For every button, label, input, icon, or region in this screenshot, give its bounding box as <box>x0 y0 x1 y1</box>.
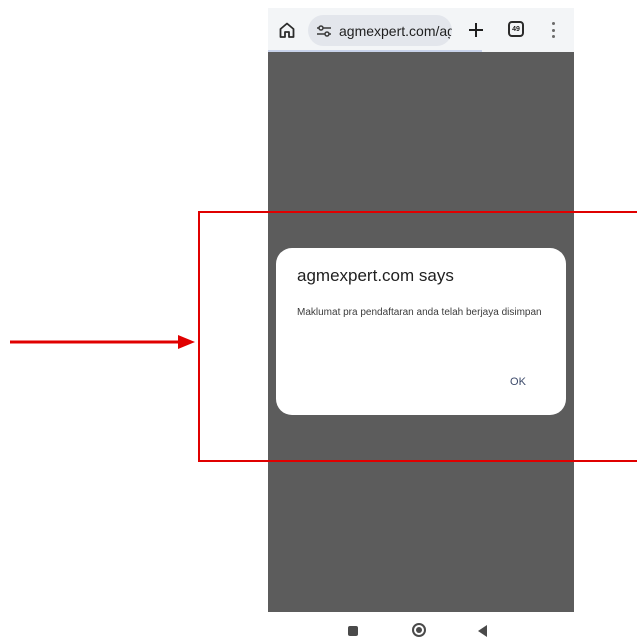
system-navigation-bar <box>268 612 574 637</box>
url-text[interactable]: agmexpert.com/agi <box>339 23 452 39</box>
home-icon[interactable] <box>276 19 298 41</box>
tab-switcher-icon[interactable]: 49 <box>508 21 524 37</box>
browser-toolbar: agmexpert.com/agi 49 <box>268 8 574 52</box>
annotation-arrow-icon <box>10 335 195 349</box>
screenshot-canvas: agmexpert.com/agi 49 agmexpert.com says … <box>0 0 637 637</box>
address-bar[interactable]: agmexpert.com/agi <box>308 15 452 46</box>
annotation-highlight-box <box>198 211 637 462</box>
more-vert-icon[interactable] <box>548 20 558 40</box>
back-icon[interactable] <box>478 625 487 637</box>
tab-count: 49 <box>512 25 520 33</box>
recents-icon[interactable] <box>348 626 358 636</box>
tune-icon[interactable] <box>315 24 333 38</box>
home-circle-icon[interactable] <box>412 623 426 637</box>
plus-icon[interactable] <box>464 18 488 42</box>
